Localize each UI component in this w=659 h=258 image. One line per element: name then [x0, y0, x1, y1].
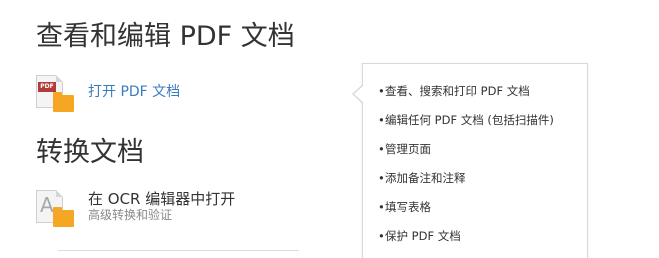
- start-screen: 查看和编辑 PDF 文档 PDF 打开 PDF 文档 转换文档 A 在 OCR …: [0, 0, 659, 258]
- bullet-icon: •: [378, 171, 385, 185]
- feature-item-label: 管理页面: [385, 142, 431, 156]
- feature-item-label: 查看、搜索和打印 PDF 文档: [385, 84, 530, 98]
- feature-item: • 编辑任何 PDF 文档 (包括扫描件): [378, 113, 587, 142]
- bullet-icon: •: [378, 229, 385, 243]
- open-pdf-action[interactable]: PDF 打开 PDF 文档: [36, 75, 180, 117]
- open-pdf-link[interactable]: 打开 PDF 文档: [88, 83, 180, 101]
- pdf-file-folder-icon: PDF: [36, 75, 78, 117]
- ocr-subtitle: 高级转换和验证: [88, 208, 173, 222]
- bullet-icon: •: [378, 142, 385, 156]
- ocr-file-folder-icon: A: [36, 190, 78, 232]
- feature-item: • 保护 PDF 文档: [378, 229, 587, 258]
- feature-item: • 管理页面: [378, 142, 587, 171]
- ocr-letter-glyph: A: [40, 193, 54, 217]
- feature-item-label: 填写表格: [385, 200, 431, 214]
- pdf-badge: PDF: [38, 82, 56, 92]
- open-in-ocr-editor-action[interactable]: A 在 OCR 编辑器中打开 高级转换和验证: [36, 190, 235, 232]
- section-heading-convert: 转换文档: [36, 137, 144, 168]
- feature-item-label: 添加备注和注释: [385, 171, 466, 185]
- feature-item-label: 保护 PDF 文档: [385, 229, 461, 243]
- bullet-icon: •: [378, 113, 385, 127]
- bullet-icon: •: [378, 84, 385, 98]
- ocr-title[interactable]: 在 OCR 编辑器中打开: [88, 190, 235, 208]
- section-heading-view-edit: 查看和编辑 PDF 文档: [36, 21, 295, 52]
- feature-item: • 添加备注和注释: [378, 171, 587, 200]
- feature-item: • 填写表格: [378, 200, 587, 229]
- feature-list: • 查看、搜索和打印 PDF 文档 • 编辑任何 PDF 文档 (包括扫描件) • 管…: [363, 64, 587, 258]
- folder-shape: [53, 207, 74, 227]
- feature-item: • 查看、搜索和打印 PDF 文档: [378, 84, 587, 113]
- bullet-icon: •: [378, 200, 385, 214]
- folder-shape: [53, 92, 74, 112]
- ocr-text: 在 OCR 编辑器中打开 高级转换和验证: [88, 190, 235, 223]
- section-divider: [58, 250, 299, 251]
- feature-tooltip: • 查看、搜索和打印 PDF 文档 • 编辑任何 PDF 文档 (包括扫描件) • 管…: [362, 63, 588, 258]
- open-pdf-text: 打开 PDF 文档: [88, 83, 180, 101]
- feature-item-label: 编辑任何 PDF 文档 (包括扫描件): [385, 113, 554, 127]
- tooltip-arrow: [354, 85, 364, 103]
